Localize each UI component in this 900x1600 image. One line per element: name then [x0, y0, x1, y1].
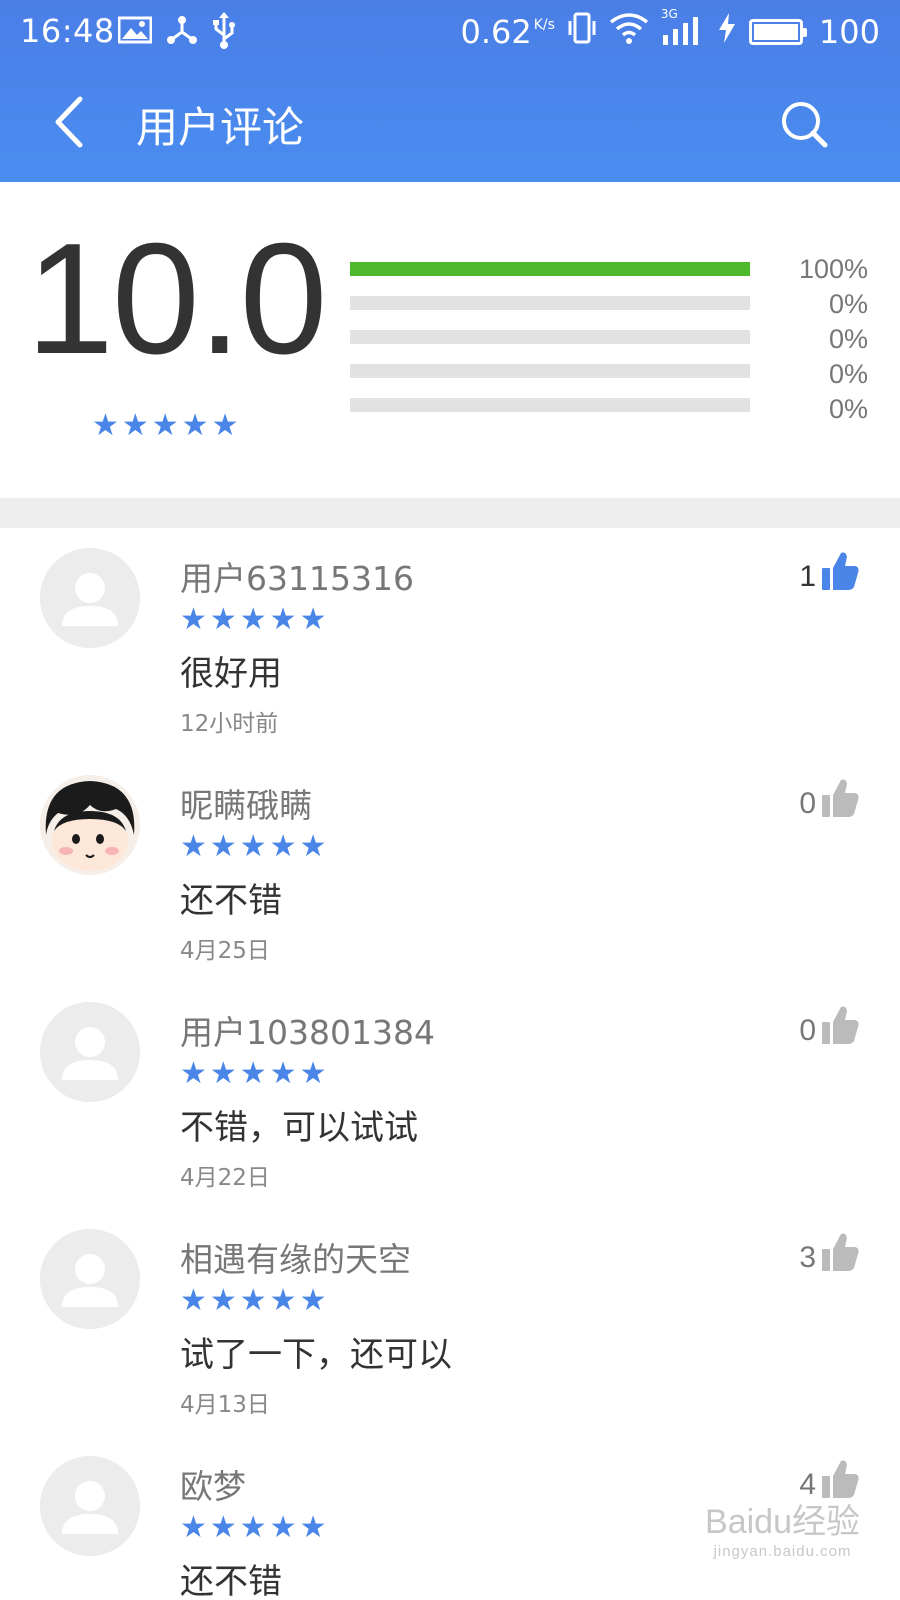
review-text: 试了一下，还可以 — [180, 1335, 452, 1375]
thumbs-up-icon — [820, 777, 860, 823]
chevron-left-icon — [55, 96, 83, 148]
section-divider — [0, 498, 900, 528]
network-type: 3G — [660, 7, 678, 21]
thumbs-up-icon — [820, 1231, 860, 1277]
like-button[interactable]: 1 — [799, 550, 860, 596]
rating-summary: 10.0 ★★★★★ 100% 0% 0% 0% 0% — [0, 182, 900, 498]
rating-percent: 0% — [828, 359, 868, 389]
review-text: 还不错 — [180, 1562, 282, 1600]
avatar[interactable] — [40, 1229, 140, 1329]
review-text: 还不错 — [180, 881, 282, 921]
reviewer-name[interactable]: 欧梦 — [180, 1460, 246, 1508]
network-speed-unit: K/s — [533, 17, 555, 33]
watermark-url: jingyan.baidu.com — [713, 1543, 852, 1560]
like-button[interactable]: 3 — [799, 1231, 860, 1277]
review-text: 不错，可以试试 — [180, 1108, 418, 1148]
nav-bar: 用户评论 — [0, 64, 900, 182]
review-stars: ★★★★★ — [180, 1056, 330, 1091]
thumbs-up-icon — [820, 550, 860, 596]
page-title: 用户评论 — [136, 103, 305, 152]
signal-3g-icon: 3G — [661, 7, 705, 53]
rating-percent: 0% — [828, 394, 868, 424]
average-stars: ★★★★★ — [92, 408, 242, 443]
network-speed: 0.62 — [460, 13, 532, 51]
reviewer-name[interactable]: 用户103801384 — [180, 1006, 435, 1054]
image-icon — [117, 15, 153, 49]
average-score: 10.0 — [26, 211, 328, 387]
status-time: 16:48 — [20, 12, 115, 50]
avatar[interactable] — [40, 1002, 140, 1102]
reviewer-name[interactable]: 相遇有缘的天空 — [180, 1233, 411, 1281]
reviewer-name[interactable]: 昵瞒硪瞒 — [180, 779, 312, 827]
review-item: 昵瞒硪瞒 ★★★★★ 还不错 4月25日 0 — [0, 755, 900, 982]
review-date: 4月22日 — [180, 1165, 270, 1191]
review-date: 4月25日 — [180, 938, 270, 964]
rating-bar — [350, 296, 750, 310]
rating-distribution — [350, 262, 750, 432]
rating-bar — [350, 364, 750, 378]
vibrate-icon — [567, 11, 597, 53]
status-bar: 16:48 0.62 K/s 3G 100 — [0, 0, 900, 64]
review-item: 相遇有缘的天空 ★★★★★ 试了一下，还可以 4月13日 3 — [0, 1209, 900, 1436]
rating-percent: 0% — [828, 324, 868, 354]
avatar[interactable] — [40, 775, 140, 875]
app-header: 16:48 0.62 K/s 3G 100 用户评论 — [0, 0, 900, 182]
usb-icon — [212, 11, 236, 53]
back-button[interactable] — [40, 92, 96, 152]
rating-percent: 0% — [828, 289, 868, 319]
avatar[interactable] — [40, 1456, 140, 1556]
review-list: 用户63115316 ★★★★★ 很好用 12小时前 1 昵瞒硪瞒 ★★★★★ 还不错 4月25… — [0, 528, 900, 1600]
review-text: 很好用 — [180, 654, 282, 694]
like-count: 0 — [799, 1014, 816, 1047]
wifi-icon — [609, 12, 649, 52]
charging-icon — [717, 12, 737, 52]
review-item: 用户63115316 ★★★★★ 很好用 12小时前 1 — [0, 528, 900, 755]
watermark: Baidu经验 jingyan.baidu.com — [705, 1494, 860, 1560]
like-count: 1 — [799, 560, 816, 593]
like-button[interactable]: 0 — [799, 1004, 860, 1050]
review-date: 4月13日 — [180, 1392, 270, 1418]
rating-bar — [350, 262, 750, 276]
battery-icon — [748, 19, 807, 45]
rating-bar — [350, 398, 750, 412]
reviewer-name[interactable]: 用户63115316 — [180, 552, 414, 600]
rating-bar-fill — [350, 262, 750, 276]
review-stars: ★★★★★ — [180, 829, 330, 864]
avatar[interactable] — [40, 548, 140, 648]
review-item: 用户103801384 ★★★★★ 不错，可以试试 4月22日 0 — [0, 982, 900, 1209]
review-stars: ★★★★★ — [180, 1283, 330, 1318]
like-count: 0 — [799, 787, 816, 820]
review-stars: ★★★★★ — [180, 602, 330, 637]
thumbs-up-icon — [820, 1004, 860, 1050]
like-count: 3 — [799, 1241, 816, 1274]
review-date: 12小时前 — [180, 711, 279, 737]
rating-percentages: 100% 0% 0% 0% 0% — [799, 252, 868, 427]
search-button[interactable] — [774, 94, 834, 154]
watermark-brand: Baidu经验 — [705, 1503, 860, 1541]
battery-level: 100 — [818, 13, 880, 51]
rating-bar — [350, 330, 750, 344]
review-stars: ★★★★★ — [180, 1510, 330, 1545]
rating-percent: 100% — [798, 254, 868, 284]
search-icon — [782, 102, 828, 148]
like-button[interactable]: 0 — [799, 777, 860, 823]
share-icon — [166, 14, 198, 50]
